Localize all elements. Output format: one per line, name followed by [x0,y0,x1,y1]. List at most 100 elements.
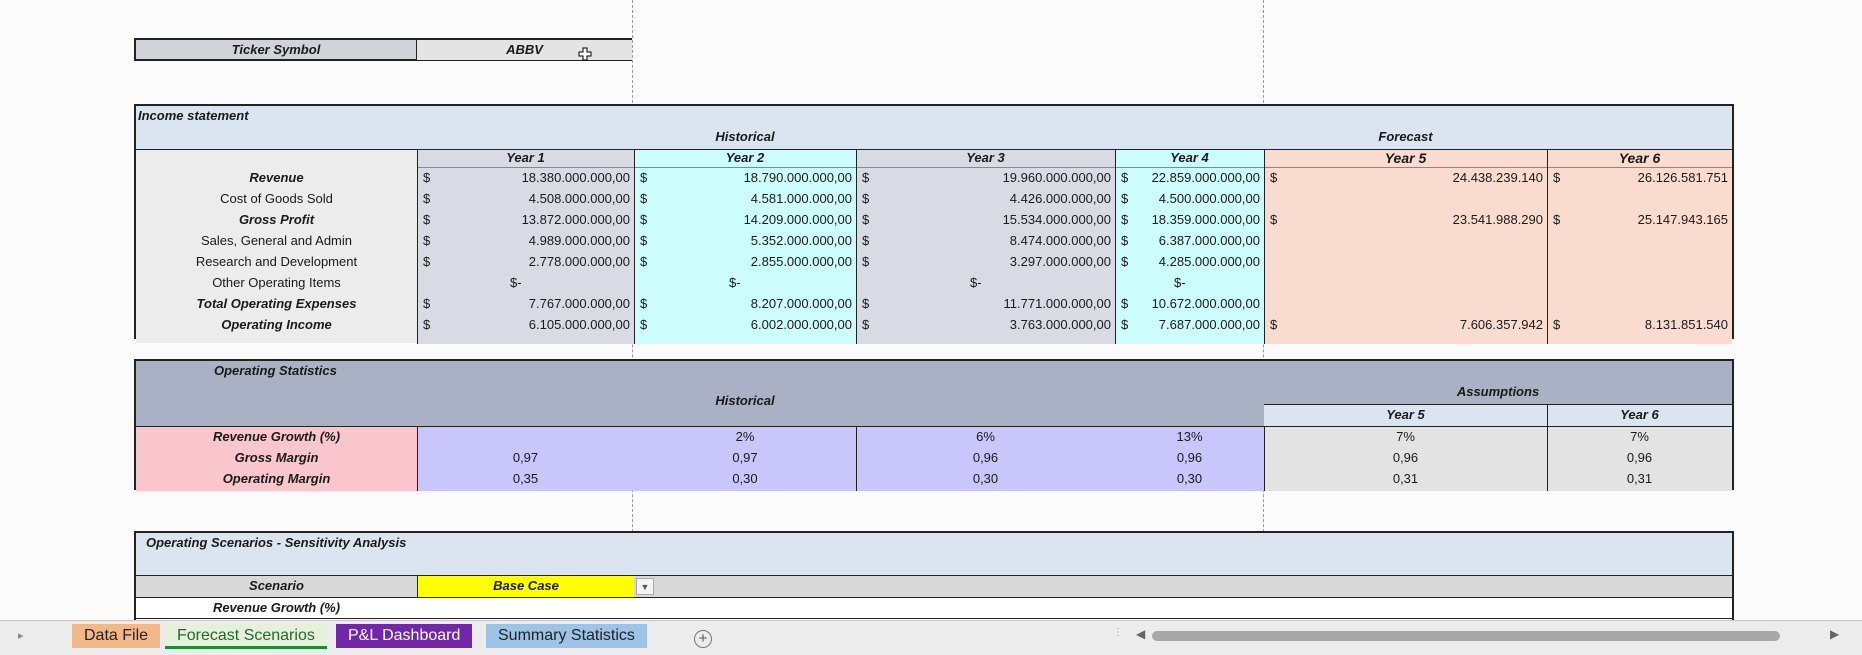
income-statement-title: Income statement [138,108,249,123]
value-cell[interactable]: $7.606.357.942 [1264,315,1547,335]
currency-symbol: $ [862,212,870,227]
amount: 2.855.000.000,00 [750,254,852,269]
stat-value-cell[interactable]: 0,97 [634,448,856,468]
value-cell[interactable]: $3.297.000.000,00 [856,252,1115,272]
value-cell[interactable]: $2.778.000.000,00 [417,252,634,272]
value-cell[interactable]: $4.581.000.000,00 [634,189,856,209]
value-cell[interactable]: $18.790.000.000,00 [634,168,856,188]
currency-symbol: $ [1121,233,1129,248]
value-cell[interactable]: $5.352.000.000,00 [634,231,856,251]
scroll-left-icon[interactable]: ▸ [18,629,30,643]
year-header: Year 2 [725,150,765,165]
year-header: Year 5 [1384,150,1427,166]
value-cell[interactable]: $14.209.000.000,00 [634,210,856,230]
currency-symbol: $ [862,317,870,332]
amount: 23.541.988.290 [1452,212,1543,227]
currency-symbol: $ [862,170,870,185]
historical-label: Historical [715,393,775,408]
value-cell[interactable]: $7.767.000.000,00 [417,294,634,314]
stat-value-cell[interactable]: 0,31 [1264,469,1547,489]
stat-value-cell[interactable]: 0,30 [634,469,856,489]
stat-value-cell[interactable]: 0,97 [417,448,634,468]
tab-forecast-scenarios[interactable]: Forecast Scenarios [165,624,327,649]
currency-symbol: $ [640,191,648,206]
stat-value-cell[interactable]: 7% [1547,427,1732,447]
value-cell[interactable]: $22.859.000.000,00 [1115,168,1264,188]
operating-statistics-title: Operating Statistics [214,363,337,378]
ticker-value[interactable]: ABBV [417,40,632,60]
value-cell[interactable]: $2.855.000.000,00 [634,252,856,272]
sheet-tab-bar: ▸ Data File Forecast Scenarios P&L Dashb… [0,620,1862,655]
value-cell[interactable]: $6.002.000.000,00 [634,315,856,335]
stat-value-cell[interactable]: 0,96 [1264,448,1547,468]
currency-symbol: $ [1121,191,1129,206]
amount: 24.438.239.140 [1452,170,1543,185]
currency-symbol: $ [1121,212,1129,227]
stat-value-cell[interactable]: 0,96 [856,448,1115,468]
amount: 4.581.000.000,00 [750,191,852,206]
tab-splitter-handle[interactable]: ⋮ [1113,628,1123,643]
ticker-row: Ticker Symbol ABBV [134,38,632,61]
currency-symbol: $ [1121,317,1129,332]
currency-symbol: $ [640,254,648,269]
value-cell[interactable]: $4.989.000.000,00 [417,231,634,251]
value-cell[interactable]: $11.771.000.000,00 [856,294,1115,314]
value-cell[interactable]: $4.285.000.000,00 [1115,252,1264,272]
tab-data-file[interactable]: Data File [72,624,161,648]
amount: 6.002.000.000,00 [750,317,852,332]
amount: 8.474.000.000,00 [1009,233,1111,248]
value-cell[interactable]: $10.672.000.000,00 [1115,294,1264,314]
value-cell[interactable]: $8.474.000.000,00 [856,231,1115,251]
stat-value-cell[interactable]: 0,35 [417,469,634,489]
value-cell[interactable]: $4.500.000.000,00 [1115,189,1264,209]
value-cell[interactable]: $8.131.851.540 [1547,315,1732,335]
stat-value-cell[interactable]: 6% [856,427,1115,447]
year-header: Year 3 [966,150,1005,165]
amount: 8.207.000.000,00 [750,296,852,311]
stat-value-cell[interactable]: 0,30 [1115,469,1264,489]
stat-value-cell[interactable]: 2% [634,427,856,447]
scroll-right-arrow-icon[interactable]: ▶ [1830,627,1839,641]
tab-pl-dashboard[interactable]: P&L Dashboard [336,624,473,648]
value-cell[interactable]: $13.872.000.000,00 [417,210,634,230]
add-sheet-icon[interactable]: + [694,630,712,648]
value-cell[interactable]: $- [417,273,634,293]
scenario-dropdown[interactable]: Base Case [418,576,634,597]
value-cell[interactable]: $15.534.000.000,00 [856,210,1115,230]
value-cell[interactable]: $24.438.239.140 [1264,168,1547,188]
value-cell[interactable]: $18.380.000.000,00 [417,168,634,188]
value-cell[interactable]: $23.541.988.290 [1264,210,1547,230]
amount: 11.771.000.000,00 [1003,296,1111,311]
value-cell[interactable]: $6.105.000.000,00 [417,315,634,335]
amount: 19.960.000.000,00 [1002,170,1111,185]
stat-value-cell[interactable]: 0,96 [1115,448,1264,468]
stat-value-cell[interactable]: 0,30 [856,469,1115,489]
stat-value-cell[interactable]: 0,31 [1547,469,1732,489]
value-cell[interactable]: $25.147.943.165 [1547,210,1732,230]
amount: 18.380.000.000,00 [521,170,630,185]
dropdown-arrow-icon[interactable]: ▼ [636,578,654,595]
value-cell[interactable]: $4.426.000.000,00 [856,189,1115,209]
value-cell[interactable]: $6.387.000.000,00 [1115,231,1264,251]
horizontal-scrollbar-thumb[interactable] [1152,631,1780,641]
amount: 3.297.000.000,00 [1009,254,1111,269]
value-cell[interactable]: $- [1115,273,1264,293]
value-cell[interactable]: $7.687.000.000,00 [1115,315,1264,335]
value-cell[interactable]: $19.960.000.000,00 [856,168,1115,188]
value-cell[interactable]: $- [856,273,1115,293]
stat-value-cell[interactable]: 0,96 [1547,448,1732,468]
tab-summary-statistics[interactable]: Summary Statistics [486,624,647,648]
value-cell[interactable]: $8.207.000.000,00 [634,294,856,314]
year-header: Year 4 [1170,150,1209,165]
stat-value-cell[interactable]: 13% [1115,427,1264,447]
value-cell[interactable]: $26.126.581.751 [1547,168,1732,188]
dash-value: $- [970,275,982,290]
value-cell[interactable]: $- [634,273,856,293]
value-cell[interactable]: $3.763.000.000,00 [856,315,1115,335]
stat-row-label: Gross Margin [234,450,319,465]
stat-value-cell[interactable]: 7% [1264,427,1547,447]
currency-symbol: $ [640,170,648,185]
scroll-left-arrow-icon[interactable]: ◀ [1136,627,1145,641]
value-cell[interactable]: $18.359.000.000,00 [1115,210,1264,230]
value-cell[interactable]: $4.508.000.000,00 [417,189,634,209]
